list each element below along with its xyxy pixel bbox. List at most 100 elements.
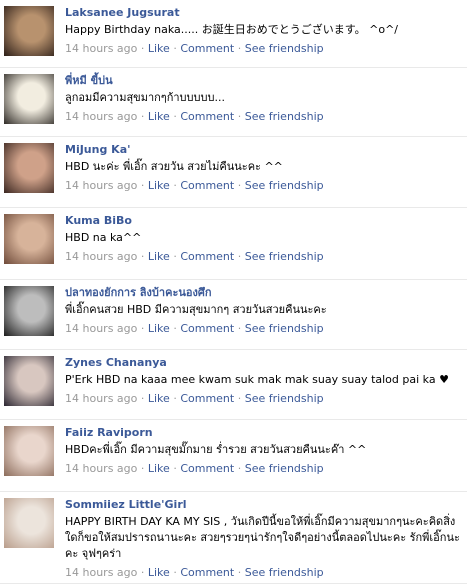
comment-meta: 14 hours ago · Like · Comment · See frie…: [65, 322, 461, 336]
like-link[interactable]: Like: [148, 322, 170, 335]
separator: ·: [173, 462, 177, 475]
comment-row: Laksanee Jugsurat Happy Birthday naka...…: [0, 0, 467, 68]
comment-row: ปลาทองยักการ ลิงบ้าคะนองศึก พี่เอิ๊กคนสว…: [0, 280, 467, 350]
see-friendship-link[interactable]: See friendship: [245, 322, 324, 335]
like-link[interactable]: Like: [148, 392, 170, 405]
see-friendship-link[interactable]: See friendship: [245, 110, 324, 123]
commenter-name[interactable]: Faiiz Raviporn: [65, 426, 461, 440]
comment-content: ปลาทองยักการ ลิงบ้าคะนองศึก พี่เอิ๊กคนสว…: [65, 286, 461, 336]
comment-link[interactable]: Comment: [180, 110, 234, 123]
separator: ·: [173, 322, 177, 335]
separator: ·: [237, 42, 242, 55]
timestamp[interactable]: 14 hours ago: [65, 110, 137, 123]
separator: ·: [237, 179, 242, 192]
like-link[interactable]: Like: [148, 250, 170, 263]
separator: ·: [173, 110, 177, 123]
see-friendship-link[interactable]: See friendship: [245, 250, 324, 263]
comment-link[interactable]: Comment: [180, 462, 234, 475]
comment-text: พี่เอิ๊กคนสวย HBD มีความสุขมากๆ สวยวันสว…: [65, 303, 327, 316]
comment-link[interactable]: Comment: [180, 179, 234, 192]
separator: ·: [140, 250, 145, 263]
avatar[interactable]: [4, 214, 54, 264]
separator: ·: [173, 179, 177, 192]
separator: ·: [140, 392, 145, 405]
commenter-name[interactable]: MiJung Ka': [65, 143, 461, 157]
see-friendship-link[interactable]: See friendship: [245, 179, 324, 192]
comment-feed: Laksanee Jugsurat Happy Birthday naka...…: [0, 0, 467, 584]
comment-content: พี่หมี ขี้บ่น ลูกอมมีความสุขมากๆก้าบบบบบ…: [65, 74, 461, 124]
separator: ·: [237, 392, 242, 405]
separator: ·: [140, 110, 145, 123]
separator: ·: [140, 566, 145, 579]
comment-text: HAPPY BIRTH DAY KA MY SIS , วันเกิดปีนี้…: [65, 515, 460, 560]
separator: ·: [173, 392, 177, 405]
comment-text: HBD na ka^^: [65, 231, 142, 244]
timestamp[interactable]: 14 hours ago: [65, 250, 137, 263]
separator: ·: [140, 322, 145, 335]
separator: ·: [237, 462, 242, 475]
like-link[interactable]: Like: [148, 179, 170, 192]
see-friendship-link[interactable]: See friendship: [245, 462, 324, 475]
like-link[interactable]: Like: [148, 110, 170, 123]
commenter-name[interactable]: พี่หมี ขี้บ่น: [65, 74, 461, 88]
comment-link[interactable]: Comment: [180, 566, 234, 579]
comment-meta: 14 hours ago · Like · Comment · See frie…: [65, 42, 461, 56]
avatar[interactable]: [4, 286, 54, 336]
comment-row: Sommiiez Little'Girl HAPPY BIRTH DAY KA …: [0, 492, 467, 584]
comment-link[interactable]: Comment: [180, 250, 234, 263]
separator: ·: [173, 566, 177, 579]
comment-text: ลูกอมมีความสุขมากๆก้าบบบบบ...: [65, 91, 225, 104]
comment-content: Kuma BiBo HBD na ka^^ 14 hours ago · Lik…: [65, 214, 461, 264]
comment-row: Kuma BiBo HBD na ka^^ 14 hours ago · Lik…: [0, 208, 467, 280]
avatar[interactable]: [4, 6, 54, 56]
separator: ·: [237, 250, 242, 263]
timestamp[interactable]: 14 hours ago: [65, 392, 137, 405]
separator: ·: [173, 250, 177, 263]
avatar[interactable]: [4, 356, 54, 406]
separator: ·: [173, 42, 177, 55]
commenter-name[interactable]: Sommiiez Little'Girl: [65, 498, 461, 512]
avatar[interactable]: [4, 426, 54, 476]
separator: ·: [140, 179, 145, 192]
comment-meta: 14 hours ago · Like · Comment · See frie…: [65, 462, 461, 476]
comment-row: Zynes Chananya P'Erk HBD na kaaa mee kwa…: [0, 350, 467, 420]
like-link[interactable]: Like: [148, 566, 170, 579]
comment-meta: 14 hours ago · Like · Comment · See frie…: [65, 110, 461, 124]
separator: ·: [237, 322, 242, 335]
like-link[interactable]: Like: [148, 42, 170, 55]
see-friendship-link[interactable]: See friendship: [245, 566, 324, 579]
comment-text: P'Erk HBD na kaaa mee kwam suk mak mak s…: [65, 373, 449, 386]
timestamp[interactable]: 14 hours ago: [65, 42, 137, 55]
comment-meta: 14 hours ago · Like · Comment · See frie…: [65, 250, 461, 264]
like-link[interactable]: Like: [148, 462, 170, 475]
commenter-name[interactable]: ปลาทองยักการ ลิงบ้าคะนองศึก: [65, 286, 461, 300]
comment-link[interactable]: Comment: [180, 392, 234, 405]
separator: ·: [140, 462, 145, 475]
commenter-name[interactable]: Laksanee Jugsurat: [65, 6, 461, 20]
comment-meta: 14 hours ago · Like · Comment · See frie…: [65, 566, 461, 580]
separator: ·: [237, 566, 242, 579]
avatar[interactable]: [4, 143, 54, 193]
timestamp[interactable]: 14 hours ago: [65, 462, 137, 475]
avatar[interactable]: [4, 74, 54, 124]
comment-content: Laksanee Jugsurat Happy Birthday naka...…: [65, 6, 461, 56]
comment-text: HBDคะพี่เอิ๊ก มีความสุขมั๊กมาย ร่ำรวย สว…: [65, 443, 367, 456]
timestamp[interactable]: 14 hours ago: [65, 179, 137, 192]
comment-content: Sommiiez Little'Girl HAPPY BIRTH DAY KA …: [65, 498, 461, 580]
avatar[interactable]: [4, 498, 54, 548]
comment-text: HBD นะค่ะ พี่เอิ๊ก สวยวัน สวยไม่คืนนะคะ …: [65, 160, 283, 173]
comment-row: พี่หมี ขี้บ่น ลูกอมมีความสุขมากๆก้าบบบบบ…: [0, 68, 467, 137]
commenter-name[interactable]: Kuma BiBo: [65, 214, 461, 228]
separator: ·: [237, 110, 242, 123]
comment-link[interactable]: Comment: [180, 42, 234, 55]
commenter-name[interactable]: Zynes Chananya: [65, 356, 461, 370]
timestamp[interactable]: 14 hours ago: [65, 322, 137, 335]
timestamp[interactable]: 14 hours ago: [65, 566, 137, 579]
comment-content: Zynes Chananya P'Erk HBD na kaaa mee kwa…: [65, 356, 461, 406]
comment-meta: 14 hours ago · Like · Comment · See frie…: [65, 179, 461, 193]
see-friendship-link[interactable]: See friendship: [245, 392, 324, 405]
comment-row: MiJung Ka' HBD นะค่ะ พี่เอิ๊ก สวยวัน สวย…: [0, 137, 467, 208]
comment-link[interactable]: Comment: [180, 322, 234, 335]
separator: ·: [140, 42, 145, 55]
see-friendship-link[interactable]: See friendship: [245, 42, 324, 55]
